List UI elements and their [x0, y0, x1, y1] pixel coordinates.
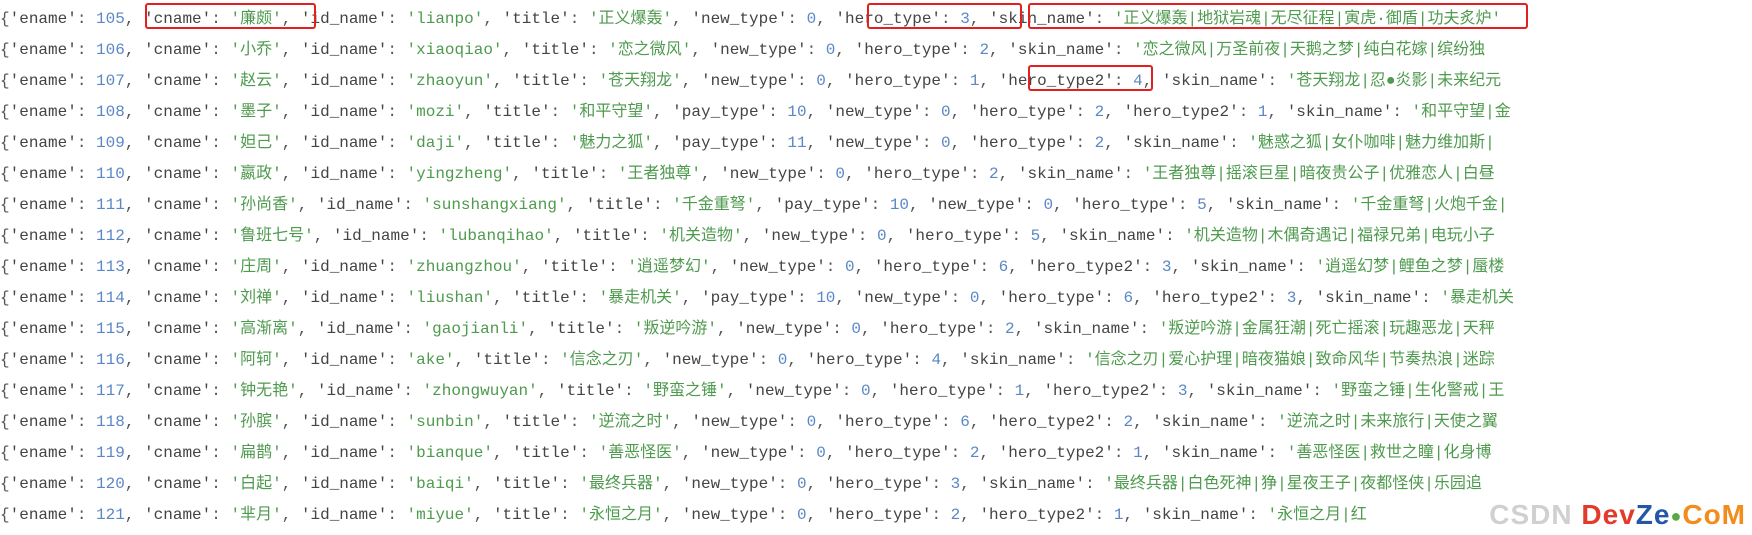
output-line: {'ename': 116, 'cname': '阿轲', 'id_name':…	[0, 345, 1752, 376]
output-line: {'ename': 119, 'cname': '扁鹊', 'id_name':…	[0, 438, 1752, 469]
output-line: {'ename': 111, 'cname': '孙尚香', 'id_name'…	[0, 190, 1752, 221]
output-line: {'ename': 121, 'cname': '芈月', 'id_name':…	[0, 500, 1752, 531]
output-line: {'ename': 115, 'cname': '高渐离', 'id_name'…	[0, 314, 1752, 345]
output-line: {'ename': 108, 'cname': '墨子', 'id_name':…	[0, 97, 1752, 128]
output-line: {'ename': 118, 'cname': '孙膑', 'id_name':…	[0, 407, 1752, 438]
output-line: {'ename': 110, 'cname': '嬴政', 'id_name':…	[0, 159, 1752, 190]
output-line: {'ename': 105, 'cname': '廉颇', 'id_name':…	[0, 4, 1752, 35]
output-line: {'ename': 106, 'cname': '小乔', 'id_name':…	[0, 35, 1752, 66]
code-output: {'ename': 105, 'cname': '廉颇', 'id_name':…	[0, 0, 1752, 535]
output-line: {'ename': 112, 'cname': '鲁班七号', 'id_name…	[0, 221, 1752, 252]
output-line: {'ename': 109, 'cname': '妲己', 'id_name':…	[0, 128, 1752, 159]
output-line: {'ename': 117, 'cname': '钟无艳', 'id_name'…	[0, 376, 1752, 407]
output-line: {'ename': 114, 'cname': '刘禅', 'id_name':…	[0, 283, 1752, 314]
output-line: {'ename': 120, 'cname': '白起', 'id_name':…	[0, 469, 1752, 500]
output-line: {'ename': 113, 'cname': '庄周', 'id_name':…	[0, 252, 1752, 283]
output-line: {'ename': 123, 'cname': '吕布', 'id_name':…	[0, 531, 1752, 535]
output-line: {'ename': 107, 'cname': '赵云', 'id_name':…	[0, 66, 1752, 97]
